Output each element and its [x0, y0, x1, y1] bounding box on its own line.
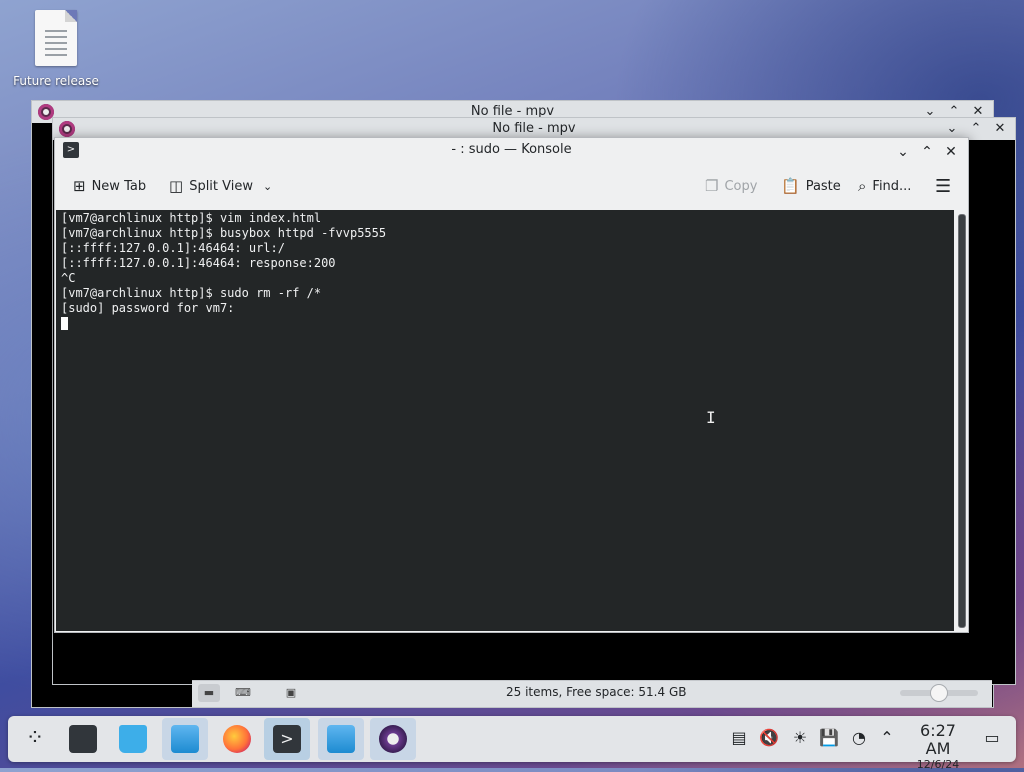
maximize-icon[interactable]: ⌃ — [918, 140, 936, 164]
konsole-toolbar: ⊞ New Tab ◫ Split View ⌄ ❐ Copy 📋 Paste … — [55, 164, 968, 208]
desktop-icon-label: Future release — [13, 74, 99, 88]
taskbar: ⁘ > ▤ 🔇 ☀ 💾 ◔ ⌃ 6:27 AM 12/6/24 ▭ — [8, 716, 1016, 771]
folder-view-icon[interactable]: ▬ — [198, 684, 220, 702]
split-view-label: Split View — [189, 178, 253, 194]
clock-date: 12/6/24 — [916, 758, 960, 771]
hamburger-menu-button[interactable]: ☰ — [931, 175, 955, 197]
taskbar-dolphin-1[interactable] — [162, 718, 208, 760]
performance-icon[interactable]: ◔ — [849, 728, 869, 748]
mpv-icon — [379, 724, 407, 753]
terminal-line: [vm7@archlinux http]$ vim index.html — [61, 211, 322, 225]
clock-time: 6:27 AM — [920, 721, 956, 758]
maximize-icon[interactable]: ⌃ — [967, 118, 985, 140]
chevron-down-icon[interactable]: ⌄ — [263, 180, 272, 193]
search-icon: ⌕ — [858, 177, 867, 195]
terminal-line: [::ffff:127.0.0.1]:46464: url:/ — [61, 241, 285, 255]
brightness-icon[interactable]: ☀ — [790, 728, 810, 748]
terminal-line: [sudo] password for vm7: — [61, 301, 235, 315]
kde-launcher-icon: ⁘ — [25, 726, 45, 751]
close-icon[interactable]: ✕ — [942, 140, 960, 164]
app-launcher-button[interactable]: ⁘ — [12, 718, 58, 760]
store-bag-icon — [119, 724, 147, 753]
mpv-icon — [59, 121, 75, 137]
split-view-icon: ◫ — [169, 177, 184, 195]
settings-sliders-icon — [69, 724, 97, 753]
new-tab-label: New Tab — [91, 178, 147, 194]
folder-icon — [327, 724, 355, 753]
terminal-area[interactable]: [vm7@archlinux http]$ vim index.html [vm… — [56, 210, 966, 631]
terminal-icon: > — [63, 142, 79, 158]
firefox-icon — [223, 724, 251, 753]
status-text: 25 items, Free space: 51.4 GB — [506, 685, 687, 699]
split-view-button[interactable]: ◫ Split View ⌄ — [165, 175, 276, 197]
chevron-up-icon[interactable]: ⌃ — [877, 728, 897, 748]
konsole-window[interactable]: > - : sudo — Konsole ⌄ ⌃ ✕ ⊞ New Tab ◫ S… — [54, 137, 969, 633]
dolphin-status-bar: ▬ ⌨ ▣ 25 items, Free space: 51.4 GB — [192, 680, 992, 707]
ibeam-cursor-icon: I — [706, 408, 716, 427]
terminal-line: [::ffff:127.0.0.1]:46464: response:200 — [61, 256, 336, 270]
find-label: Find... — [872, 178, 912, 194]
paste-label: Paste — [805, 178, 841, 194]
taskbar-konsole[interactable]: > — [264, 718, 310, 760]
terminal-panel-icon[interactable]: ⌨ — [232, 684, 254, 702]
taskbar-dolphin-2[interactable] — [318, 718, 364, 760]
desktop-icon-future-release[interactable]: Future release — [8, 10, 104, 88]
new-tab-icon: ⊞ — [73, 177, 86, 195]
terminal-cursor — [61, 317, 68, 330]
minimize-icon[interactable]: ⌄ — [894, 140, 912, 164]
terminal-icon: > — [273, 724, 301, 753]
taskbar-system-settings[interactable] — [60, 718, 106, 760]
new-tab-button[interactable]: ⊞ New Tab — [69, 175, 150, 197]
taskbar-discover[interactable] — [110, 718, 156, 760]
hamburger-menu-icon: ☰ — [935, 175, 952, 197]
paste-button[interactable]: 📋 Paste — [777, 175, 845, 197]
zoom-slider-handle[interactable] — [930, 684, 948, 702]
copy-icon: ❐ — [705, 177, 719, 195]
taskbar-firefox[interactable] — [214, 718, 260, 760]
terminal-line: [vm7@archlinux http]$ busybox httpd -fvv… — [61, 226, 387, 240]
taskbar-mpv[interactable] — [370, 718, 416, 760]
clipboard-icon[interactable]: ▤ — [729, 728, 749, 748]
show-desktop-icon[interactable]: ▭ — [982, 728, 1002, 748]
preview-icon[interactable]: ▣ — [280, 684, 302, 702]
copy-label: Copy — [724, 178, 758, 194]
clock[interactable]: 6:27 AM 12/6/24 — [906, 722, 970, 772]
terminal-line: ^C — [61, 271, 76, 285]
terminal-line: [vm7@archlinux http]$ sudo rm -rf /* — [61, 286, 322, 300]
konsole-titlebar[interactable]: > - : sudo — Konsole ⌄ ⌃ ✕ — [55, 138, 968, 162]
find-button[interactable]: ⌕ Find... — [854, 175, 915, 197]
text-document-icon — [35, 10, 77, 66]
close-icon[interactable]: ✕ — [991, 118, 1009, 140]
terminal-scrollbar[interactable] — [958, 214, 966, 628]
paste-icon: 📋 — [781, 177, 800, 195]
copy-button[interactable]: ❐ Copy — [701, 175, 761, 197]
disk-icon[interactable]: 💾 — [819, 728, 839, 748]
folder-icon — [171, 724, 199, 753]
window-title: - : sudo — Konsole — [451, 142, 572, 157]
volume-muted-icon[interactable]: 🔇 — [759, 728, 779, 748]
